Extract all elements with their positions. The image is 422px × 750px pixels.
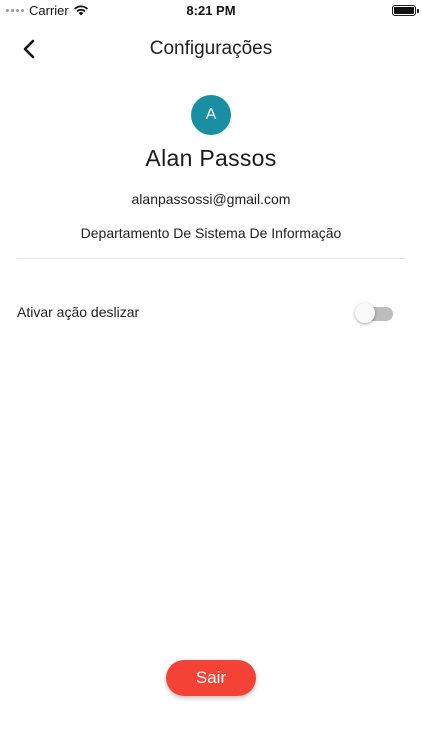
nav-bar: Configurações xyxy=(0,30,422,70)
battery-icon xyxy=(392,5,419,16)
status-bar: Carrier 8:21 PM xyxy=(0,0,422,22)
swipe-action-label: Ativar ação deslizar xyxy=(17,304,140,320)
status-time: 8:21 PM xyxy=(186,3,236,18)
user-name: Alan Passos xyxy=(145,145,277,171)
divider xyxy=(17,258,405,259)
swipe-action-setting-row: Ativar ação deslizar xyxy=(17,296,405,328)
settings-screen: Carrier 8:21 PM Configurações A Alan Pas… xyxy=(0,0,422,750)
user-department: Departamento De Sistema De Informação xyxy=(80,225,342,241)
page-title: Configurações xyxy=(149,38,273,59)
user-email: alanpassossi@gmail.com xyxy=(131,191,291,207)
swipe-action-toggle[interactable] xyxy=(355,302,393,323)
logout-button[interactable]: Sair xyxy=(166,660,256,696)
avatar: A xyxy=(191,95,231,135)
toggle-thumb xyxy=(355,303,375,323)
